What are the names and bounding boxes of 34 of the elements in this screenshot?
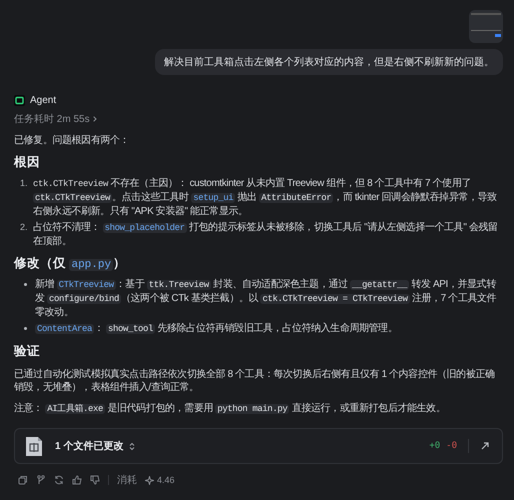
open-external-icon[interactable] <box>480 441 490 451</box>
bullet-dot <box>24 327 27 330</box>
thumbs-up-icon[interactable] <box>72 475 82 485</box>
task-duration-link[interactable]: 任务耗时 2m 55s <box>14 112 90 126</box>
lines-removed: -0 <box>446 441 457 451</box>
lines-added: +0 <box>429 441 440 451</box>
changed-files-title: 1 个文件已更改 <box>55 440 124 453</box>
cost-value: 4.46 <box>157 475 175 485</box>
list-item-text: ctk.CTkTreeview 不存在（主因）： customtkinter 从未内置 Treeview 组件，但 8 个工具中有 7 个使用了 ctk.CTkTreeview 。点击这些工具时 setup_ui 抛出 AttributeError ，而 tkinter 回调会静默吞掉异常，导致右侧永远不刷新。只有 "APK 安装器" 能正常显示。 <box>33 177 498 218</box>
bullet-dot <box>24 283 27 286</box>
chevron-right-icon[interactable] <box>92 116 97 122</box>
screenshot-thumbnail[interactable] <box>469 10 503 43</box>
section-heading: 验证 <box>14 343 40 360</box>
section-heading: 根因 <box>14 154 40 171</box>
file-icon <box>25 436 43 456</box>
cost-label: 消耗 <box>117 474 137 487</box>
user-message: 解决目前工具箱点击左侧各个列表对应的内容，但是右侧不刷新新的问题。 <box>155 49 503 75</box>
copy-icon[interactable] <box>18 475 28 485</box>
agent-name: Agent <box>30 95 56 106</box>
branch-icon[interactable] <box>36 475 46 485</box>
thumbs-down-icon[interactable] <box>90 475 100 485</box>
refresh-icon[interactable] <box>54 475 64 485</box>
list-number: 2. <box>20 221 29 234</box>
list-item-text: 新增 CTkTreeview ：基于 ttk.Treeview 封装、自动适配深色主题，通过 __getattr__ 转发 API，并显式转发 configure/bind （这两个被 CTk 基类拦截）。以 ctk.CTkTreeview = CTkTreeview 注册，7 个工具文件零改动。 <box>35 278 498 319</box>
intro-text: 已修复。问题根因有两个： <box>14 134 130 147</box>
expand-chevron-icon[interactable] <box>129 442 136 450</box>
list-item-text: ContentArea ： show_tool 先移除占位符再销毁旧工具，占位符纳入生命周期管理。 <box>35 322 398 336</box>
agent-icon <box>14 95 25 106</box>
list-number: 1. <box>20 177 29 190</box>
list-item-text: 占位符不清理： show_placeholder 打包的提示标签从未被移除，切换工具后 "请从左侧选择一个工具" 会残留在顶部。 <box>33 221 499 248</box>
sparkle-icon <box>145 476 154 484</box>
paragraph-text: 已通过自动化测试模拟真实点击路径依次切换全部 8 个工具：每次切换后右侧有且仅有 1 个内容控件（旧的被正确销毁，无堆叠），表格组件插入/查询正常。 <box>14 368 496 394</box>
paragraph-text: 注意： AI工具箱.exe 是旧代码打包的，需要用 python main.py 直接运行，或重新打包后才能生效。 <box>14 402 446 416</box>
changed-files-card[interactable]: 1 个文件已更改 +0 -0 <box>14 428 503 464</box>
